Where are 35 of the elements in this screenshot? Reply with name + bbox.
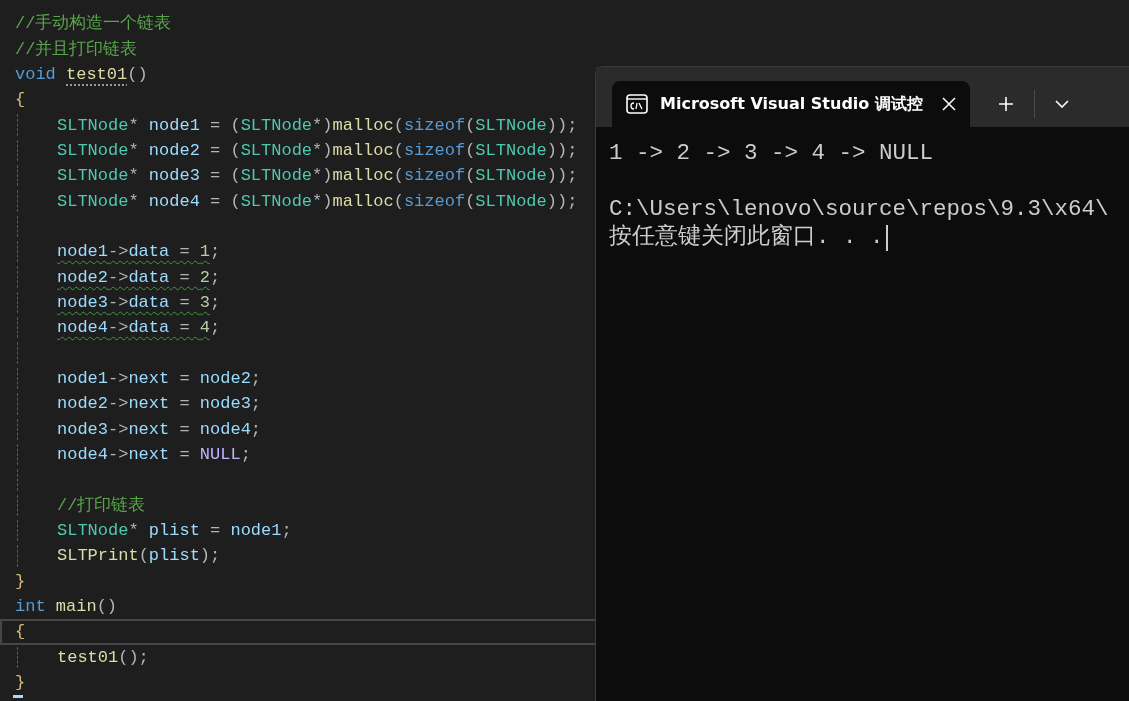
code-line: node4->next = NULL; bbox=[57, 444, 251, 466]
code-line: node3->data = 3; bbox=[57, 291, 221, 314]
code-line: node1->data = 1; bbox=[57, 241, 221, 264]
code-line: { bbox=[15, 89, 26, 112]
code-line: } bbox=[15, 570, 26, 593]
text-cursor bbox=[13, 695, 23, 699]
code-line: //并且打印链表 bbox=[15, 38, 138, 61]
code-line: SLTNode* node4 = (SLTNode*)malloc(sizeof(SLTNode)); bbox=[57, 190, 578, 213]
terminal-tab[interactable]: Microsoft Visual Studio 调试控 bbox=[612, 81, 970, 127]
code-line: SLTNode* plist = node1; bbox=[57, 520, 292, 543]
code-line: node2->next = node3; bbox=[57, 393, 262, 416]
code-line: SLTNode* node3 = (SLTNode*)malloc(sizeof(SLTNode)); bbox=[57, 165, 578, 188]
code-line: SLTPrint(plist); bbox=[57, 545, 221, 568]
code-line: node1->next = node2; bbox=[57, 368, 262, 390]
code-line: int main() bbox=[15, 596, 118, 619]
console-output-line: 1 -> 2 -> 3 -> 4 -> NULL bbox=[609, 139, 934, 167]
close-icon[interactable] bbox=[942, 97, 956, 111]
code-line: { bbox=[15, 621, 26, 644]
code-line: SLTNode* node1 = (SLTNode*)malloc(sizeof(SLTNode)); bbox=[57, 114, 578, 137]
tab-title: Microsoft Visual Studio 调试控 bbox=[660, 93, 923, 115]
code-line: SLTNode* node2 = (SLTNode*)malloc(sizeof(SLTNode)); bbox=[57, 139, 578, 162]
console-output-line: C:\Users\lenovo\source\repos\9.3\x64\ bbox=[609, 195, 1109, 223]
console-output-line: 按任意键关闭此窗口. . . bbox=[609, 223, 884, 251]
plus-icon[interactable] bbox=[998, 96, 1014, 112]
code-line: node3->next = node4; bbox=[57, 418, 262, 441]
chevron-down-icon[interactable] bbox=[1055, 100, 1069, 108]
console-icon bbox=[626, 94, 648, 114]
code-line: node4->data = 4; bbox=[57, 317, 221, 340]
code-line: node2->data = 2; bbox=[57, 266, 221, 289]
code-line: //手动构造一个链表 bbox=[15, 12, 172, 36]
code-line: } bbox=[15, 672, 26, 695]
code-line: //打印链表 bbox=[57, 494, 146, 517]
text-cursor bbox=[885, 225, 888, 251]
code-line: test01(); bbox=[57, 646, 149, 669]
code-line: void test01() bbox=[15, 63, 148, 86]
